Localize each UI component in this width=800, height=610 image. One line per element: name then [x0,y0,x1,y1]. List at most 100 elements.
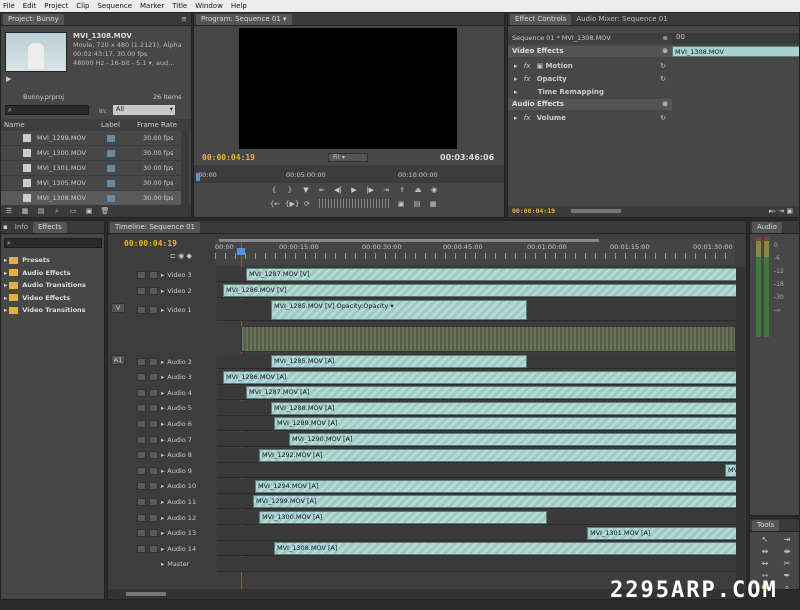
play-in-out-icon[interactable]: {▶} [285,199,299,209]
fx-badge[interactable]: fx [524,62,531,70]
lock-icon[interactable] [149,373,158,382]
lock-icon[interactable] [149,451,158,460]
menu-window[interactable]: Window [195,2,223,10]
reset-icon[interactable]: ⊗ [662,46,668,57]
timeline-clip[interactable]: MVI_1285.MOV [A] [271,355,527,368]
play-button[interactable]: ▶ [348,185,360,195]
timeline-clip[interactable]: MVI_1288.MOV [A] [271,401,741,415]
timeline-clip[interactable]: MVI_1294.MOV [A] [255,479,741,493]
tab-info[interactable]: Info [10,222,33,233]
zoom-tool-icon[interactable]: ⌕ [776,582,798,589]
fx-badge[interactable]: fx [524,114,531,122]
toggle-output-icon[interactable] [137,404,146,413]
tab-effects[interactable]: Effects [33,221,67,233]
goto-out-icon[interactable]: ⇥ [380,185,392,195]
effect-motion[interactable]: ▸ fx ▣ Motion ↻ [508,60,672,72]
expand-icon[interactable]: ▸ [4,269,7,277]
ripple-edit-tool-icon[interactable]: ⇹ [754,546,776,558]
zoom-slider[interactable] [571,209,622,213]
effect-ruler[interactable]: 00 [672,33,799,44]
play-icon[interactable]: ▶ [6,75,11,83]
zoom-slider[interactable] [126,592,166,596]
razor-tool-icon[interactable]: ✂ [776,558,798,570]
expand-icon[interactable]: ▸ [161,436,164,444]
automate-icon[interactable]: ▤ [35,206,47,216]
expand-icon[interactable]: ▸ [4,294,7,302]
lock-icon[interactable] [149,419,158,428]
program-ruler[interactable]: 00:00 00:05:00:00 00:10:00:00 [194,165,504,183]
step-forward-icon[interactable]: |▶ [364,185,376,195]
toggle-output-icon[interactable] [137,373,146,382]
new-item-icon[interactable]: ▣ [83,206,95,216]
expand-icon[interactable]: ▸ [161,404,164,412]
fx-badge[interactable]: fx [524,75,531,83]
menu-marker[interactable]: Marker [140,2,164,10]
expand-icon[interactable]: ▸ [161,560,164,568]
expand-icon[interactable]: ▸ [161,482,164,490]
timeline-clip[interactable]: MVI_1308.MOV [A] [274,542,741,556]
v-target[interactable]: V [111,303,125,313]
effects-folder[interactable]: ▸ Audio Effects [4,267,104,280]
toggle-output-icon[interactable] [137,435,146,444]
menu-clip[interactable]: Clip [76,2,89,10]
menu-help[interactable]: Help [231,2,247,10]
expand-icon[interactable]: ▸ [161,420,164,428]
timeline-clip[interactable]: MVI_1289.MOV [A] [274,417,741,431]
timeline-scrollbar[interactable] [736,267,745,589]
expand-icon[interactable]: ▸ [161,389,164,397]
effects-folder[interactable]: ▸ Video Effects [4,292,104,305]
toggle-output-icon[interactable] [137,419,146,428]
effect-volume[interactable]: ▸ fx Volume ↻ [508,112,672,124]
rate-stretch-tool-icon[interactable]: ↔ [754,558,776,570]
lock-icon[interactable] [149,286,158,295]
lock-icon[interactable] [149,497,158,506]
expand-icon[interactable]: ▸ [161,287,164,295]
effects-folder[interactable]: ▸ Audio Transitions [4,279,104,292]
timeline-clip[interactable]: MVI_1300.MOV [A] [259,511,547,524]
col-name[interactable]: Name [1,121,101,129]
menu-project[interactable]: Project [44,2,68,10]
rolling-edit-tool-icon[interactable]: ⇼ [776,546,798,558]
lock-icon[interactable] [149,513,158,522]
toggle-output-icon[interactable] [137,482,146,491]
lock-icon[interactable] [149,435,158,444]
toggle-output-icon[interactable] [137,497,146,506]
in-select[interactable]: All ▾ [113,105,175,115]
toggle-output-icon[interactable] [137,451,146,460]
a-target[interactable]: A1 [111,355,125,365]
fit-select[interactable]: Fit ▾ [328,153,368,162]
reset-icon[interactable]: ↻ [660,112,666,124]
toggle-output-icon[interactable] [137,306,146,314]
timeline-clip[interactable]: MVI_1286.MOV [V] [223,284,741,297]
effect-footer-time[interactable]: 00:00:04:19 [512,207,555,215]
timeline-clip[interactable]: MVI_1285.MOV [V] Opacity:Opacity ▾ [271,300,527,320]
timeline-clip[interactable]: MVI_1299.MOV [A] [253,495,741,509]
navigate-icon[interactable]: ⊗ [663,33,668,44]
extract-icon[interactable]: ⏏ [412,185,424,195]
track-select-tool-icon[interactable]: ⇥ [776,534,798,546]
col-label[interactable]: Label [101,121,137,129]
expand-icon[interactable]: ▸ [161,498,164,506]
menu-title[interactable]: Title [172,2,187,10]
expand-icon[interactable]: ▸ [161,451,164,459]
safe-margins-icon[interactable]: ▣ [395,199,407,209]
find-icon[interactable]: ⌕ [51,206,63,216]
list-item[interactable]: MVI_1300.MOV 30.00 fps [1,146,181,161]
effects-folder[interactable]: ▸ Video Transitions [4,304,104,317]
panel-menu-icon[interactable]: ≡ [181,15,187,23]
lock-icon[interactable] [149,357,158,366]
lift-icon[interactable]: ⇪ [396,185,408,195]
expand-icon[interactable]: ▸ [161,529,164,537]
list-item[interactable]: MVI_1308.MOV 30.00 fps [1,191,181,206]
pen-tool-icon[interactable]: ✒ [776,570,798,582]
tab-effect-controls[interactable]: Effect Controls [510,13,572,25]
list-item[interactable]: MVI_1301.MOV 30.00 fps [1,161,181,176]
trim-icon[interactable]: ▦ [427,199,439,209]
track-lane[interactable] [217,463,736,479]
lock-icon[interactable] [149,482,158,491]
toggle-output-icon[interactable] [137,544,146,553]
timeline-clip[interactable]: MVI_1290.MOV [A] [289,433,741,446]
step-back-icon[interactable]: ◀| [332,185,344,195]
toggle-output-icon[interactable] [137,529,146,538]
effects-search[interactable]: ⌕ [4,238,102,248]
